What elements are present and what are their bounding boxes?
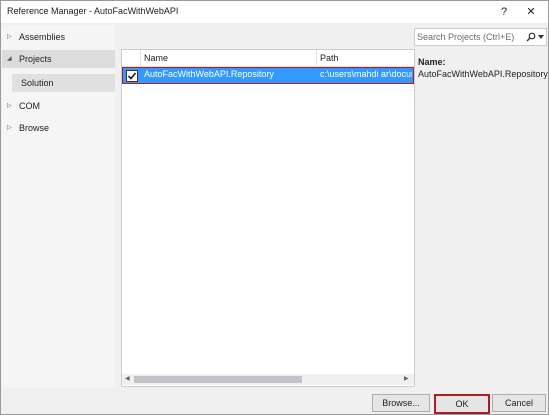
column-header-path[interactable]: Path bbox=[317, 50, 414, 67]
window-title: Reference Manager - AutoFacWithWebAPI bbox=[7, 6, 179, 16]
nav-item-browse[interactable]: ▷ Browse bbox=[2, 119, 115, 137]
nav-item-label: Solution bbox=[21, 78, 54, 88]
browse-button[interactable]: Browse... bbox=[372, 394, 430, 412]
title-bar: Reference Manager - AutoFacWithWebAPI ? … bbox=[1, 1, 548, 23]
row-highlight-outline bbox=[122, 67, 414, 84]
ok-button[interactable]: OK bbox=[434, 394, 490, 414]
projects-list: Name Path AutoFacWithWebAPI.Repository c… bbox=[121, 49, 415, 387]
reference-manager-dialog: Reference Manager - AutoFacWithWebAPI ? … bbox=[0, 0, 549, 415]
nav-item-solution[interactable]: Solution bbox=[12, 74, 115, 92]
nav-item-com[interactable]: ▷ COM bbox=[2, 97, 115, 115]
cancel-button[interactable]: Cancel bbox=[492, 394, 546, 412]
scroll-left-icon[interactable]: ◀ bbox=[125, 375, 130, 382]
dropdown-arrow-icon[interactable] bbox=[538, 35, 544, 39]
expand-arrow-icon[interactable]: ▷ bbox=[7, 119, 12, 137]
nav-item-label: Projects bbox=[19, 54, 52, 64]
nav-item-label: COM bbox=[19, 101, 40, 111]
expand-arrow-icon[interactable]: ▷ bbox=[7, 28, 12, 46]
details-pane: Name: AutoFacWithWebAPI.Repository bbox=[418, 57, 548, 79]
scrollbar-thumb[interactable] bbox=[134, 376, 302, 383]
expand-arrow-icon[interactable]: ▷ bbox=[7, 97, 12, 115]
nav-item-projects[interactable]: ◢ Projects bbox=[2, 50, 115, 68]
nav-item-label: Browse bbox=[19, 123, 50, 133]
search-icon[interactable] bbox=[526, 32, 536, 42]
search-input[interactable] bbox=[417, 30, 519, 43]
search-box[interactable] bbox=[414, 28, 547, 46]
details-name-value: AutoFacWithWebAPI.Repository bbox=[418, 69, 548, 79]
horizontal-scrollbar[interactable]: ◀ ▶ bbox=[122, 374, 414, 385]
column-header-name[interactable]: Name bbox=[141, 50, 317, 67]
details-name-label: Name: bbox=[418, 57, 446, 67]
category-nav: ▷ Assemblies ◢ Projects Solution ▷ COM ▷… bbox=[2, 25, 115, 388]
column-header-check[interactable] bbox=[122, 50, 141, 67]
nav-item-label: Assemblies bbox=[19, 32, 66, 42]
collapse-arrow-icon[interactable]: ◢ bbox=[7, 50, 12, 68]
help-button[interactable]: ? bbox=[496, 4, 512, 20]
scroll-right-icon[interactable]: ▶ bbox=[404, 375, 409, 382]
close-button[interactable]: ✕ bbox=[523, 4, 539, 20]
nav-item-assemblies[interactable]: ▷ Assemblies bbox=[2, 28, 115, 46]
